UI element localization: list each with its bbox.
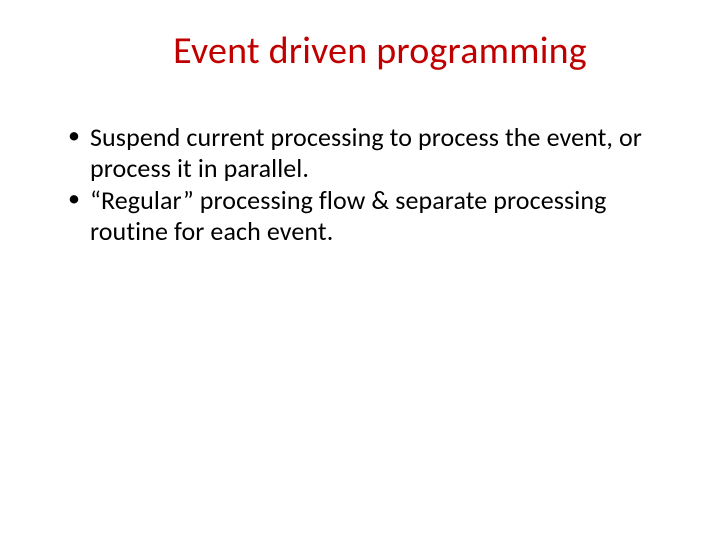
bullet-item: Suspend current processing to process th… <box>64 122 660 183</box>
bullet-list: Suspend current processing to process th… <box>64 122 660 247</box>
slide-title: Event driven programming <box>60 28 660 74</box>
bullet-item: “Regular” processing flow & separate pro… <box>64 185 660 246</box>
slide-container: Event driven programming Suspend current… <box>0 0 720 540</box>
slide-content: Suspend current processing to process th… <box>60 122 660 247</box>
